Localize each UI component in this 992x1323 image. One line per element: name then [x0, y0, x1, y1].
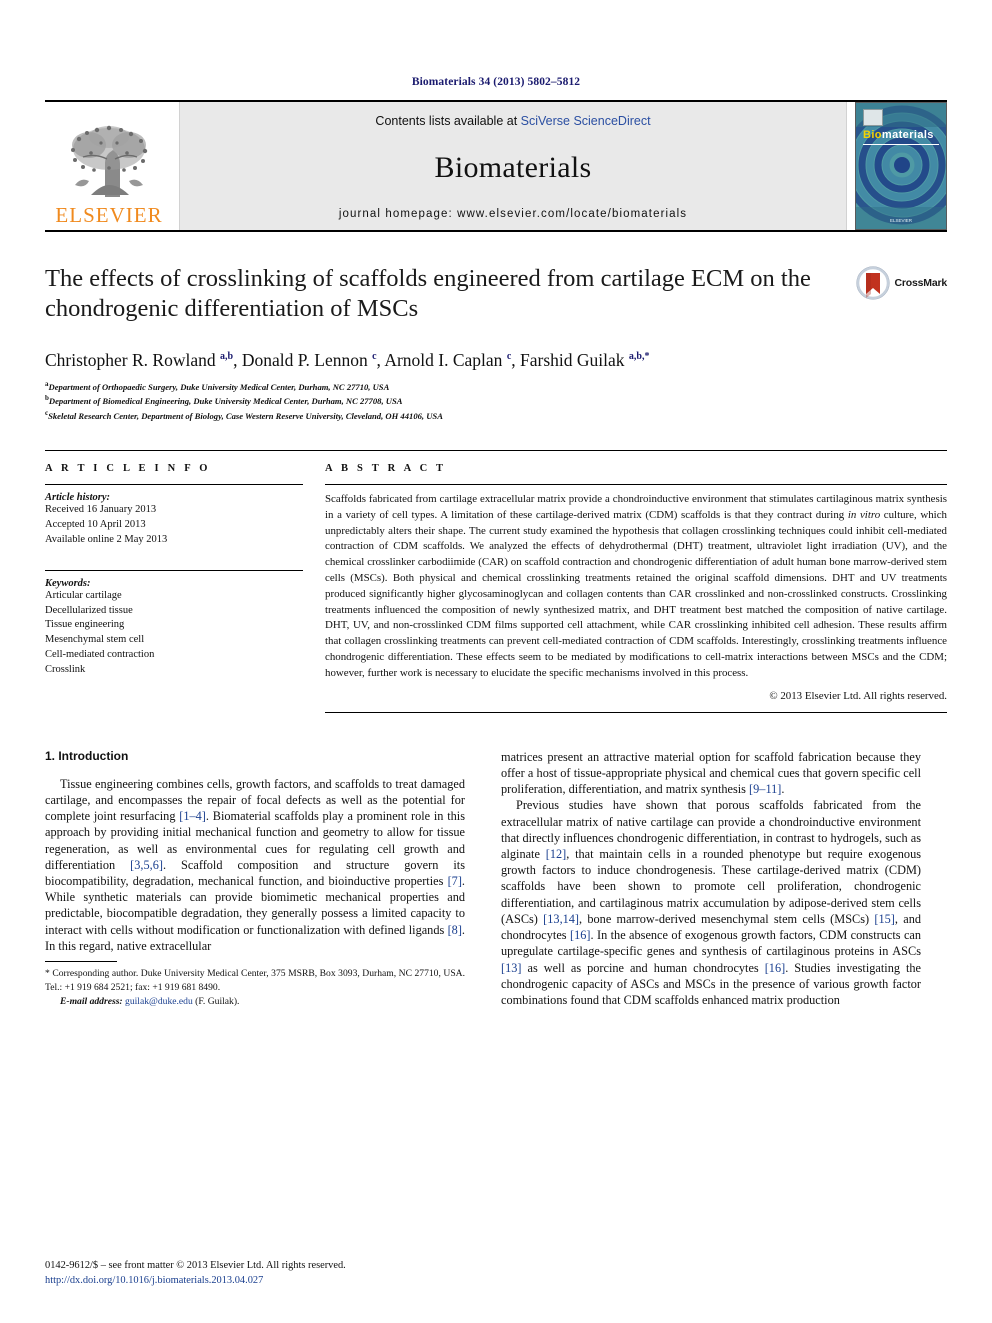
- keyword-item: Cell-mediated contraction: [45, 649, 155, 661]
- keyword-item: Decellularized tissue: [45, 604, 133, 616]
- article-history-online: Available online 2 May 2013: [45, 533, 168, 545]
- cover-footer-text: ELSEVIER: [889, 218, 912, 223]
- footnote-email-link[interactable]: guilak@duke.edu: [125, 996, 193, 1007]
- cover-wordmark-materials: materials: [881, 129, 934, 141]
- paper-page: Biomaterials 34 (2013) 5802–5812 ELSEVIE…: [0, 0, 992, 1323]
- body-column-left: 1. Introduction Tissue engineering combi…: [45, 749, 465, 1009]
- journal-cover-thumbnail: Biomaterials ELSEVIER: [855, 102, 947, 230]
- abstract-column: A B S T R A C T Scaffolds fabricated fro…: [325, 463, 947, 713]
- elsevier-wordmark: ELSEVIER: [55, 203, 163, 227]
- abstract-text: Scaffolds fabricated from cartilage extr…: [325, 492, 947, 679]
- cover-wordmark-bio: Bio: [863, 129, 882, 141]
- abstract-bottom-rule: [325, 711, 947, 713]
- journal-title: Biomaterials: [434, 151, 592, 184]
- keyword-item: Tissue engineering: [45, 619, 125, 631]
- crossmark-label: CrossMark: [894, 277, 948, 289]
- corresponding-author-footnote: * Corresponding author. Duke University …: [45, 961, 465, 1008]
- sciencedirect-link[interactable]: SciVerse ScienceDirect: [521, 114, 651, 128]
- affiliation-a: aDepartment of Orthopaedic Surgery, Duke…: [45, 379, 947, 393]
- affiliation-text-c: Skeletal Research Center, Department of …: [48, 410, 443, 421]
- footnote-rule: [45, 961, 117, 963]
- footnote-email-line: E-mail address: guilak@duke.edu (F. Guil…: [45, 995, 465, 1009]
- keyword-item: Crosslink: [45, 664, 86, 676]
- article-history-label: Article history:: [45, 491, 111, 503]
- imprint-block: 0142-9612/$ – see front matter © 2013 El…: [45, 1258, 465, 1289]
- affiliation-list: aDepartment of Orthopaedic Surgery, Duke…: [45, 379, 947, 422]
- affiliation-text-b: Department of Biomedical Engineering, Du…: [48, 396, 403, 407]
- abstract-heading: A B S T R A C T: [325, 462, 447, 474]
- keyword-item: Articular cartilage: [45, 589, 122, 601]
- abstract-rule: [325, 483, 947, 485]
- footnote-corresponding: * Corresponding author. Duke University …: [45, 968, 465, 993]
- footnote-email-label: E-mail address:: [60, 995, 123, 1007]
- crossmark-badge[interactable]: CrossMark: [855, 266, 948, 300]
- article-info-rule: [45, 483, 303, 485]
- cover-wordmark: Biomaterials: [863, 129, 934, 141]
- keywords-rule: [45, 569, 303, 571]
- journal-homepage-link[interactable]: journal homepage: www.elsevier.com/locat…: [339, 208, 687, 220]
- body-column-right: matrices present an attractive material …: [501, 749, 921, 1009]
- article-history-accepted: Accepted 10 April 2013: [45, 518, 146, 530]
- imprint-doi-link[interactable]: http://dx.doi.org/10.1016/j.biomaterials…: [45, 1273, 465, 1289]
- contents-prefix: Contents lists available at: [375, 114, 521, 128]
- affiliation-c: cSkeletal Research Center, Department of…: [45, 408, 947, 422]
- section-heading-introduction: 1. Introduction: [45, 748, 129, 763]
- title-block: The effects of crosslinking of scaffolds…: [45, 264, 947, 336]
- article-info-heading: A R T I C L E I N F O: [45, 462, 211, 474]
- author-list: Christopher R. Rowland a,b, Donald P. Le…: [45, 350, 650, 370]
- crossmark-icon: [855, 266, 890, 300]
- page-title: The effects of crosslinking of scaffolds…: [45, 265, 811, 323]
- info-abstract-block: A R T I C L E I N F O Article history: R…: [45, 449, 947, 713]
- affiliation-b: bDepartment of Biomedical Engineering, D…: [45, 393, 947, 407]
- elsevier-logo: ELSEVIER: [45, 102, 173, 230]
- keyword-item: Mesenchymal stem cell: [45, 634, 145, 646]
- contents-available-line: Contents lists available at SciVerse Sci…: [375, 114, 650, 128]
- cover-divider: [863, 144, 939, 145]
- body-columns: 1. Introduction Tissue engineering combi…: [45, 749, 947, 1009]
- elsevier-tree-icon: [71, 125, 148, 197]
- masthead-bottom-rule: [45, 230, 947, 232]
- running-head: Biomaterials 34 (2013) 5802–5812: [411, 76, 581, 88]
- imprint-issn-line: 0142-9612/$ – see front matter © 2013 El…: [45, 1259, 346, 1271]
- article-history-received: Received 16 January 2013: [45, 503, 157, 515]
- article-info-column: A R T I C L E I N F O Article history: R…: [45, 463, 303, 713]
- abstract-copyright: © 2013 Elsevier Ltd. All rights reserved…: [769, 689, 947, 702]
- keywords-block: Keywords: Articular cartilage Decellular…: [45, 569, 303, 678]
- intro-paragraph-left: Tissue engineering combines cells, growt…: [45, 776, 466, 953]
- affiliation-text-a: Department of Orthopaedic Surgery, Duke …: [48, 381, 390, 392]
- cover-publisher-badge: [863, 109, 883, 126]
- intro-paragraph-right-1: matrices present an attractive material …: [501, 749, 921, 797]
- journal-masthead: ELSEVIER Contents lists available at Sci…: [45, 100, 947, 230]
- journal-band: Contents lists available at SciVerse Sci…: [179, 102, 847, 230]
- keywords-label: Keywords:: [45, 577, 91, 589]
- footnote-email-suffix: (F. Guilak).: [195, 995, 240, 1007]
- intro-paragraph-right-2: Previous studies have shown that porous …: [501, 798, 922, 1007]
